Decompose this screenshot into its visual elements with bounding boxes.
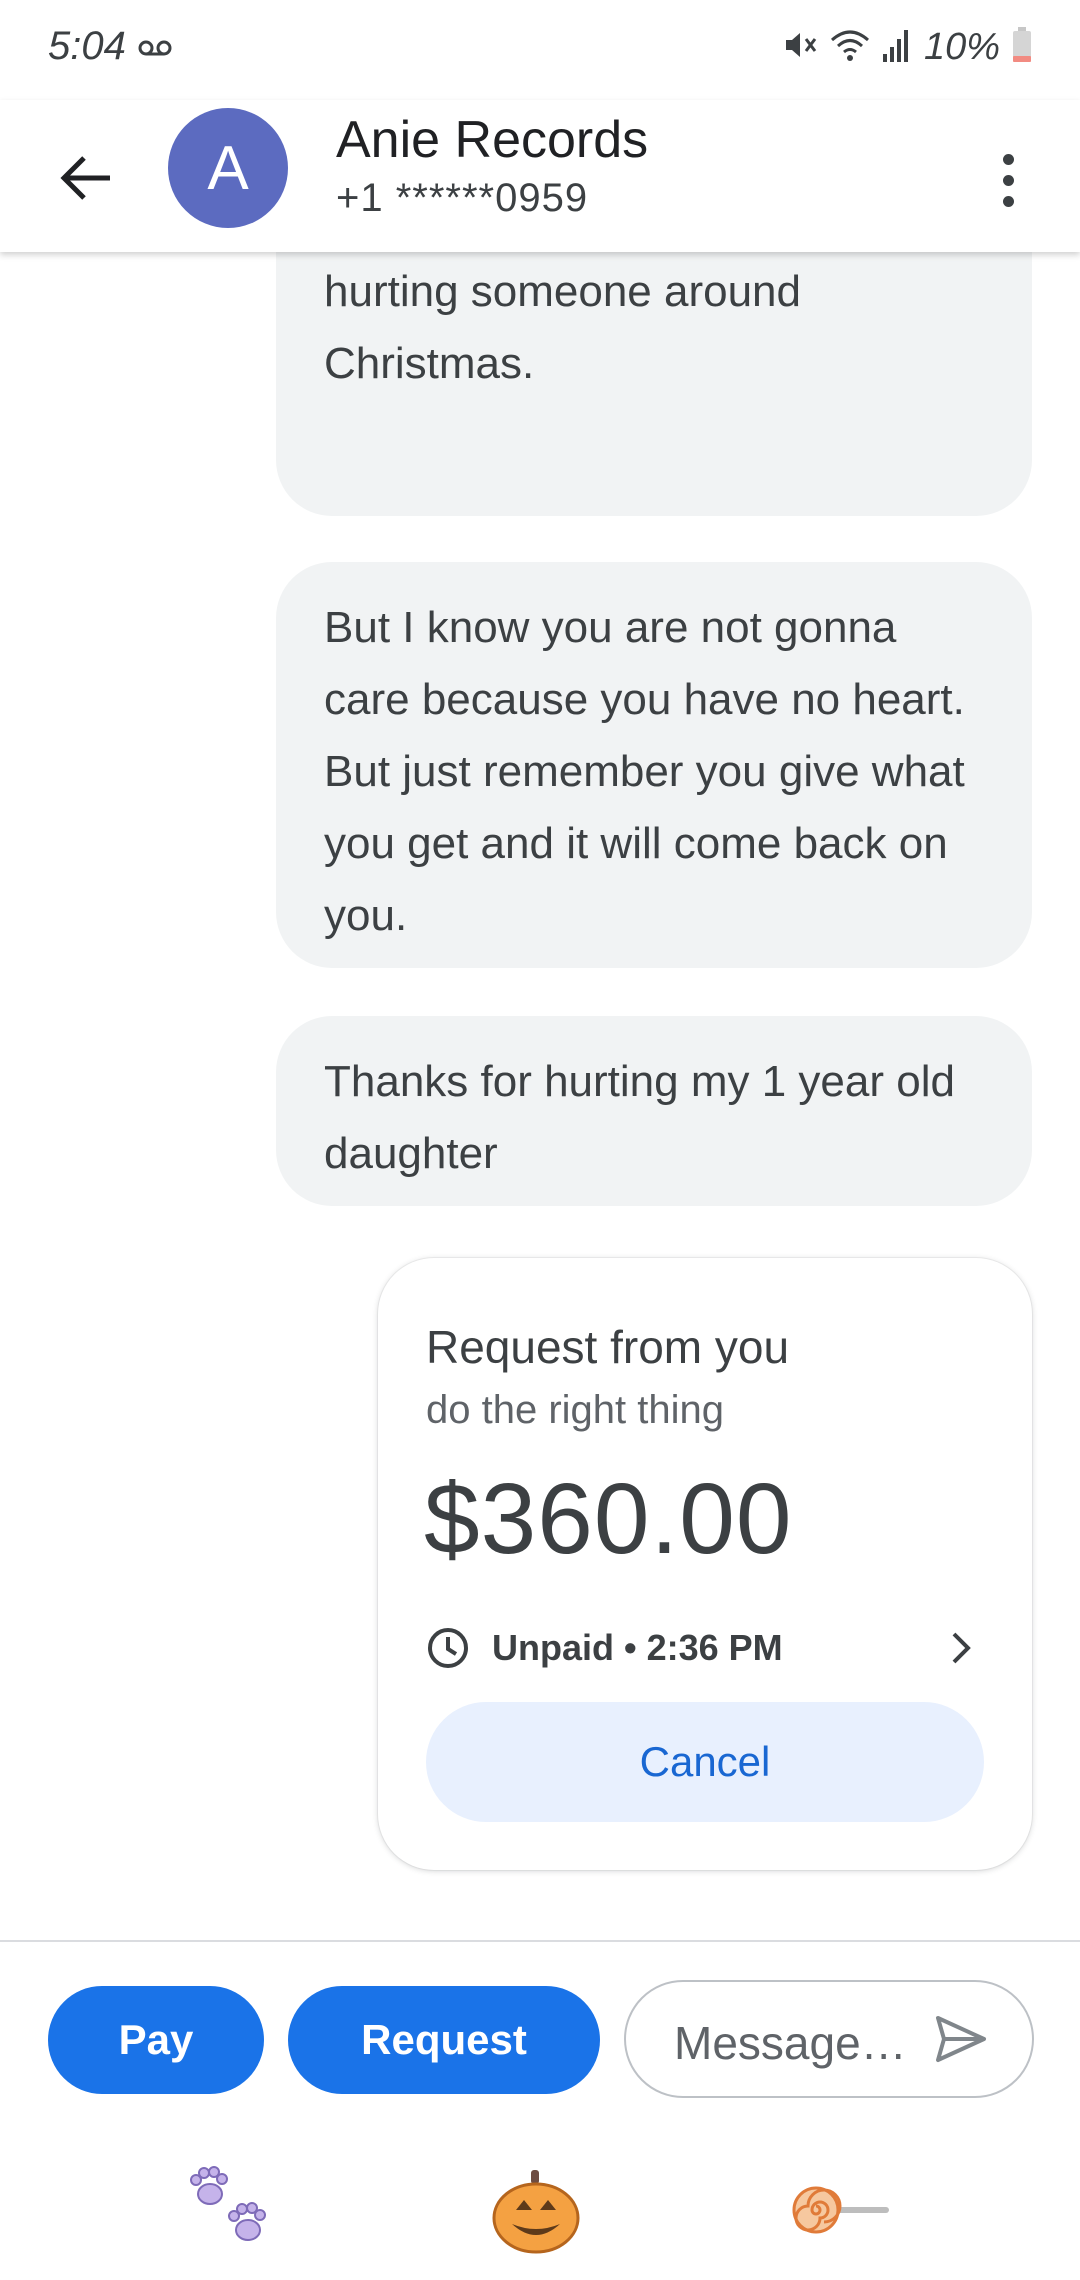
- payment-request-card[interactable]: Request from you do the right thing $360…: [378, 1258, 1032, 1870]
- signal-icon: [882, 28, 912, 67]
- send-icon[interactable]: [934, 2012, 988, 2071]
- message-list[interactable]: an honest person. Thanks for hurting som…: [0, 252, 1080, 1942]
- battery-percent: 10%: [923, 26, 1000, 68]
- request-status-text: Unpaid • 2:36 PM: [492, 1627, 783, 1668]
- avatar[interactable]: A: [168, 108, 288, 228]
- message-bubble[interactable]: But I know you are not gonna care becaus…: [276, 562, 1032, 968]
- request-title: Request from you: [426, 1321, 790, 1373]
- back-arrow-icon: [60, 156, 110, 200]
- conversation-header: A Anie Records +1 ******0959: [0, 100, 1080, 252]
- pumpkin-sticker[interactable]: [486, 2160, 586, 2260]
- divider: [0, 1940, 1080, 1942]
- contact-name[interactable]: Anie Records: [336, 110, 648, 170]
- message-placeholder: Message…: [674, 2017, 907, 2069]
- status-bar: 5:04 10%: [0, 0, 1080, 100]
- status-time: 5:04: [48, 24, 126, 68]
- request-button[interactable]: Request: [288, 1986, 600, 2094]
- paws-sticker[interactable]: [182, 2160, 282, 2260]
- mute-icon: [782, 27, 818, 68]
- back-button[interactable]: [50, 142, 122, 214]
- message-bubble[interactable]: Thanks for hurting my 1 year old daughte…: [276, 1016, 1032, 1206]
- more-vert-icon: [1002, 153, 1014, 165]
- wifi-icon: [830, 28, 870, 67]
- chevron-right-icon[interactable]: [948, 1628, 976, 1673]
- voicemail-icon: [138, 38, 172, 63]
- pay-button[interactable]: Pay: [48, 1986, 264, 2094]
- request-note: do the right thing: [426, 1388, 724, 1432]
- more-options-button[interactable]: [978, 140, 1038, 220]
- cancel-request-button[interactable]: Cancel: [426, 1702, 984, 1822]
- contact-phone: +1 ******0959: [336, 176, 589, 220]
- clock-icon: [428, 1628, 468, 1668]
- lollipop-sticker[interactable]: [790, 2160, 890, 2260]
- battery-icon: [1012, 27, 1032, 68]
- message-input[interactable]: Message…: [624, 1980, 1034, 2098]
- status-icons: 10%: [782, 26, 1032, 69]
- request-amount: $360.00: [424, 1463, 793, 1575]
- request-status: Unpaid • 2:36 PM: [426, 1626, 783, 1670]
- message-bubble[interactable]: an honest person. Thanks for hurting som…: [276, 252, 1032, 516]
